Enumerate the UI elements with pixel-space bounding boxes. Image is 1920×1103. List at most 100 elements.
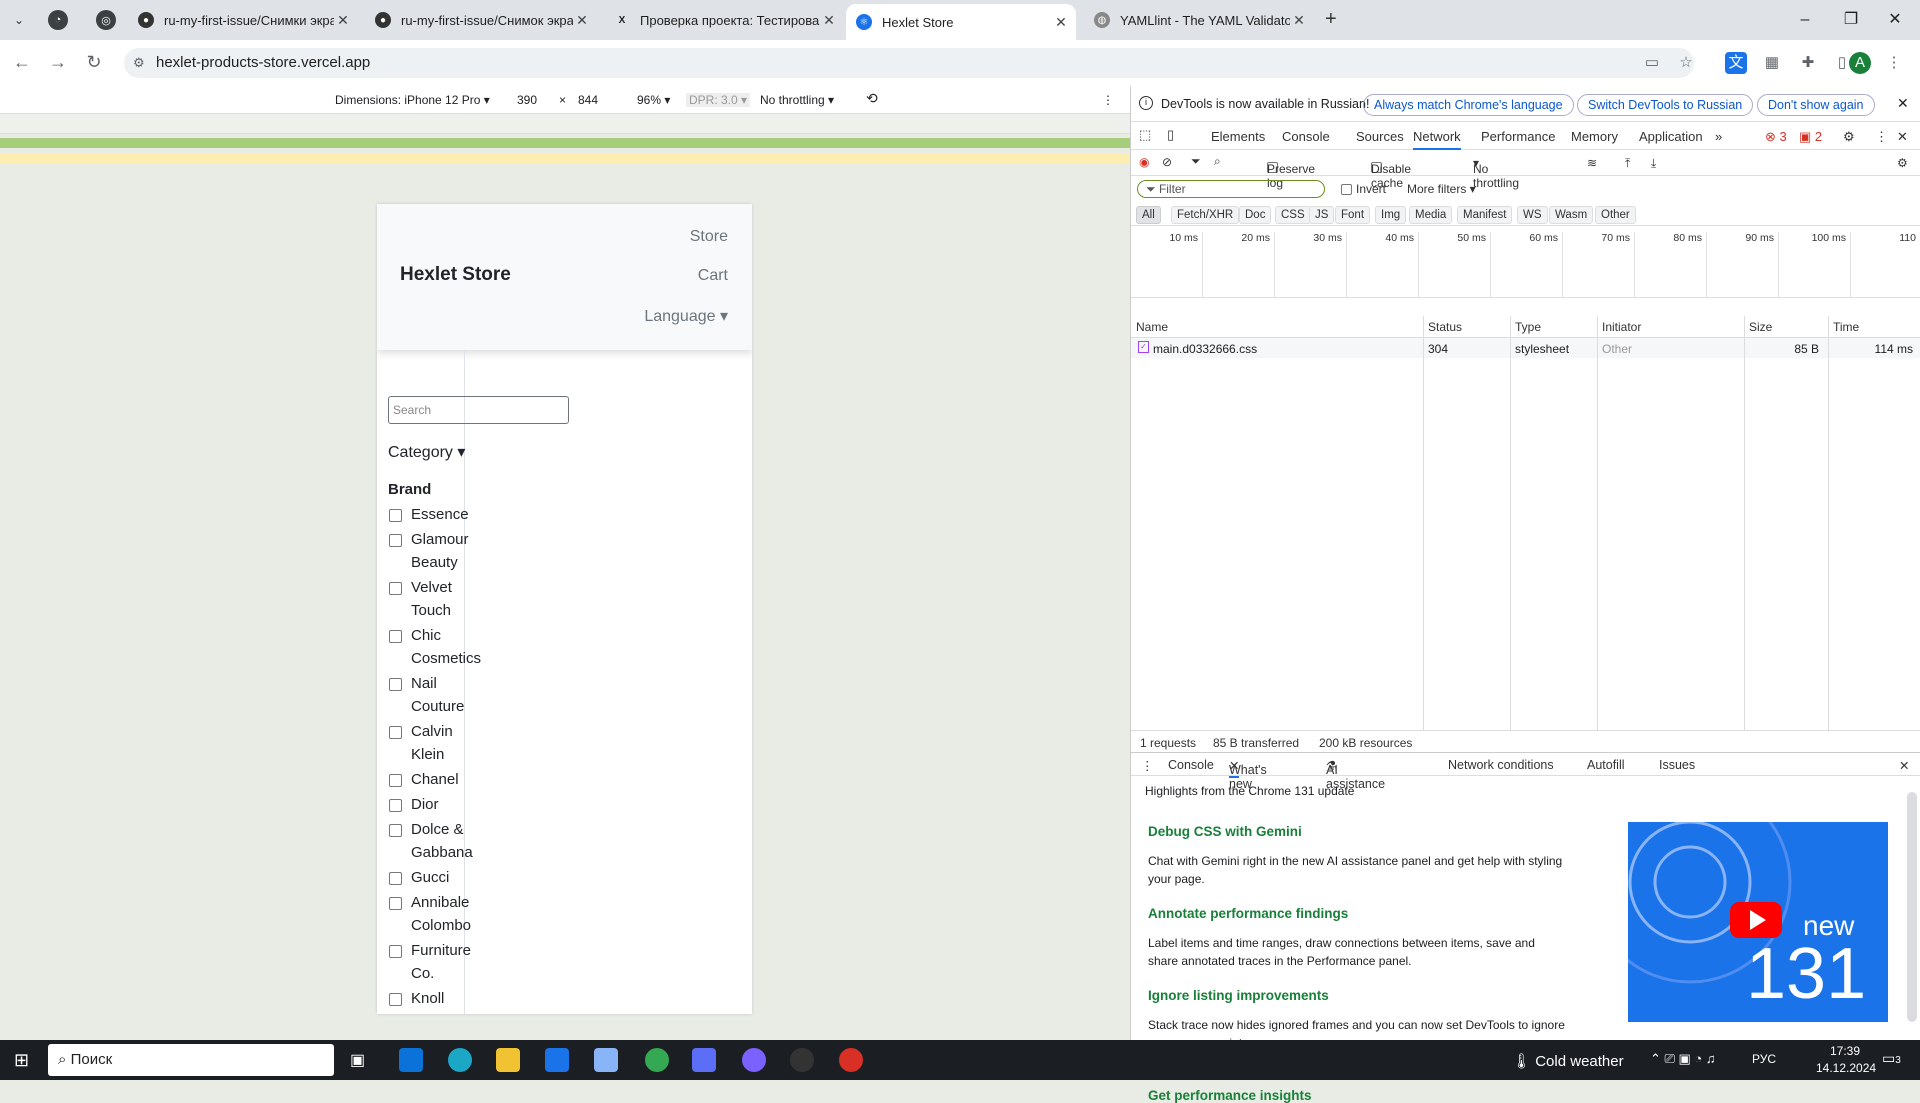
tab-performance[interactable]: Performance — [1481, 129, 1555, 144]
network-throttling-select[interactable]: No throttling ▾ — [1473, 156, 1519, 190]
tab-console[interactable]: Console — [1282, 129, 1330, 144]
column-divider[interactable] — [1597, 316, 1598, 730]
tab-network[interactable]: Network — [1413, 129, 1461, 150]
media-query-bar-min[interactable] — [0, 153, 1130, 163]
network-settings-icon[interactable]: ⚙ — [1897, 156, 1908, 170]
match-language-button[interactable]: Always match Chrome's language — [1363, 94, 1574, 116]
col-initiator[interactable]: Initiator — [1602, 320, 1641, 334]
brand-filter-item[interactable]: Furniture Co. — [388, 942, 481, 985]
inspect-icon[interactable]: ⬚ — [1139, 127, 1151, 143]
tab-application[interactable]: Application — [1639, 129, 1703, 144]
checkbox[interactable] — [389, 678, 402, 691]
more-tabs-icon[interactable]: » — [1715, 129, 1722, 144]
brand-filter-item[interactable]: Essence — [388, 506, 481, 526]
chrome-menu-icon[interactable]: ⋮ — [1883, 52, 1905, 74]
address-bar[interactable]: hexlet-products-store.vercel.app — [124, 48, 1694, 78]
filter-fetch-xhr[interactable]: Fetch/XHR — [1171, 206, 1240, 224]
device-width-input[interactable]: 390 — [517, 93, 537, 107]
filter-all[interactable]: All — [1136, 206, 1161, 224]
filter-icon[interactable]: ⏷ — [1191, 154, 1201, 169]
filter-img[interactable]: Img — [1375, 206, 1407, 224]
brand-filter-item[interactable]: Dolce & Gabbana — [388, 821, 481, 864]
col-type[interactable]: Type — [1515, 320, 1541, 334]
checkbox[interactable] — [389, 799, 402, 812]
minimize-button[interactable]: – — [1790, 8, 1820, 32]
brand-filter-item[interactable]: Velvet Touch — [388, 579, 481, 622]
dpr-select[interactable]: DPR: 3.0 ▾ — [686, 93, 751, 107]
drawer-tab-ai-assistance[interactable]: AI assistance ⚗ — [1326, 758, 1385, 791]
chrome-icon[interactable] — [645, 1048, 669, 1072]
feature-title[interactable]: Get performance insights — [1148, 1088, 1312, 1103]
checkbox[interactable] — [389, 509, 402, 522]
restore-button[interactable]: ❐ — [1836, 8, 1866, 32]
extension-icon[interactable]: ▦ — [1761, 52, 1783, 74]
close-drawer-icon[interactable]: ✕ — [1899, 758, 1909, 773]
brand-filter-item[interactable]: Knoll — [388, 990, 481, 1010]
pinned-tab-2[interactable]: ◎ — [96, 10, 116, 30]
feature-title[interactable]: Annotate performance findings — [1148, 906, 1348, 921]
error-icon[interactable]: ⊗ 3 — [1765, 129, 1787, 145]
chrome-131-video-thumbnail[interactable]: new 131 — [1588, 780, 1888, 1022]
input-language[interactable]: РУС — [1752, 1052, 1776, 1066]
brand-filter-item[interactable]: Glamour Beauty — [388, 531, 481, 574]
close-window-button[interactable]: ✕ — [1880, 8, 1910, 32]
invert-checkbox[interactable]: Invert — [1341, 182, 1386, 196]
forward-icon[interactable]: → — [46, 52, 70, 73]
filter-input[interactable]: ⏷ Filter — [1137, 180, 1325, 198]
brand-filter-item[interactable]: Chic Cosmetics — [388, 627, 481, 670]
checkbox[interactable] — [389, 897, 402, 910]
edge-icon[interactable] — [448, 1048, 472, 1072]
close-icon[interactable]: ✕ — [334, 12, 352, 29]
filter-other[interactable]: Other — [1595, 206, 1636, 224]
nav-language-dropdown[interactable]: Language ▾ — [644, 306, 728, 326]
drawer-tab-issues[interactable]: Issues — [1659, 758, 1695, 772]
drawer-tab-autofill[interactable]: Autofill — [1587, 758, 1625, 772]
filter-wasm[interactable]: Wasm — [1549, 206, 1594, 224]
checkbox[interactable] — [389, 726, 402, 739]
brand-filter-item[interactable]: Nail Couture — [388, 675, 481, 718]
device-dimensions-select[interactable]: Dimensions: iPhone 12 Pro ▾ — [335, 93, 490, 107]
brand-filter-item[interactable]: Annibale Colombo — [388, 894, 481, 937]
back-icon[interactable]: ← — [10, 52, 34, 73]
pinned-tab-1[interactable]: ◔ — [48, 10, 68, 30]
steam-icon[interactable] — [790, 1048, 814, 1072]
close-icon[interactable]: ✕ — [573, 12, 591, 29]
col-size[interactable]: Size — [1749, 320, 1772, 334]
windows-start-icon[interactable]: ⊞ — [14, 1050, 29, 1071]
notes-icon[interactable] — [594, 1048, 618, 1072]
export-har-icon[interactable]: ⤓ — [1651, 156, 1656, 171]
checkbox[interactable] — [389, 945, 402, 958]
reload-icon[interactable]: ↻ — [82, 52, 106, 73]
tab-sources[interactable]: Sources — [1356, 129, 1404, 144]
device-mode-icon[interactable]: ▯ — [1167, 127, 1174, 143]
drawer-menu-icon[interactable]: ⋮ — [1141, 758, 1154, 773]
browser-tab[interactable]: ● ru-my-first-issue/Снимок экра ✕ — [365, 5, 597, 35]
device-menu-icon[interactable]: ⋮ — [1102, 93, 1114, 107]
zoom-select[interactable]: 96% ▾ — [637, 93, 670, 107]
checkbox[interactable] — [389, 582, 402, 595]
close-devtools-icon[interactable]: ✕ — [1897, 129, 1908, 145]
category-dropdown[interactable]: Category ▾ — [388, 442, 465, 462]
feature-title[interactable]: Debug CSS with Gemini — [1148, 824, 1302, 839]
close-icon[interactable]: ✕ — [820, 12, 838, 29]
search-icon[interactable]: ⌕ — [1214, 154, 1221, 169]
devtools-menu-icon[interactable]: ⋮ — [1875, 129, 1888, 145]
tab-elements[interactable]: Elements — [1211, 129, 1265, 144]
record-icon[interactable]: ◉ — [1139, 155, 1149, 169]
task-view-icon[interactable]: ▣ — [350, 1050, 365, 1070]
column-divider[interactable] — [1423, 316, 1424, 730]
throttling-select[interactable]: No throttling ▾ — [760, 93, 834, 107]
column-divider[interactable] — [1510, 316, 1511, 730]
rotate-icon[interactable]: ⟲ — [866, 90, 878, 107]
nav-cart-link[interactable]: Cart — [698, 267, 728, 285]
close-icon[interactable]: ✕ — [1897, 95, 1909, 112]
brand-filter-item[interactable]: Dior — [388, 796, 481, 816]
notification-icon[interactable]: ▭3 — [1882, 1050, 1901, 1067]
feature-title[interactable]: Ignore listing improvements — [1148, 988, 1329, 1003]
filter-manifest[interactable]: Manifest — [1457, 206, 1513, 224]
filter-media[interactable]: Media — [1409, 206, 1453, 224]
nav-store-link[interactable]: Store — [690, 228, 728, 246]
close-icon[interactable]: ✕ — [1052, 14, 1070, 31]
filter-doc[interactable]: Doc — [1239, 206, 1272, 224]
tray-icons[interactable]: ⌃ ⎚ ▣ ◔ ♫ — [1650, 1051, 1716, 1067]
